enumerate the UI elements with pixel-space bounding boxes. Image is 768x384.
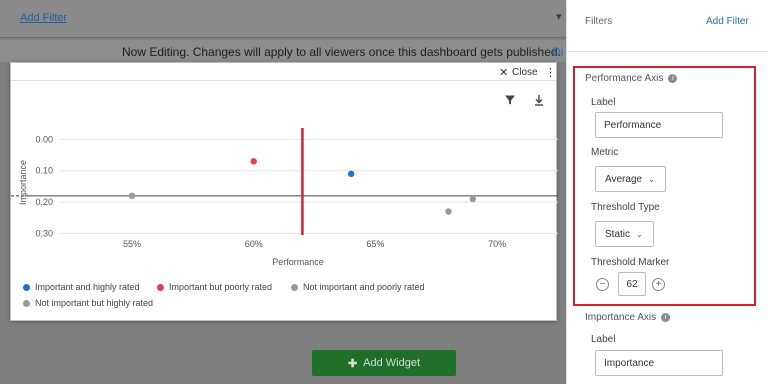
chevron-down-icon: ⌄ <box>648 174 655 184</box>
legend-label: Not important and poorly rated <box>303 282 425 292</box>
perf-metric-label: Metric <box>591 147 619 158</box>
dashboard-top-bar <box>0 0 566 38</box>
add-widget-label: Add Widget <box>363 357 421 369</box>
more-options-icon[interactable]: ⋮ <box>545 66 556 79</box>
plus-icon: ✚ <box>347 357 358 370</box>
perf-label-input[interactable]: Performance <box>595 112 723 138</box>
x-tick-label: 70% <box>488 239 506 249</box>
widget-card: ✕ Close ⋮ 0.30 0.20 0.10 0.00 55% 60% 65% 70% … <box>10 62 558 321</box>
y-axis-label: Importance <box>18 160 28 205</box>
filters-panel: Filters Add Filter Performance Axis i Lab… <box>566 0 768 384</box>
perf-threshold-type-value: Static <box>605 228 631 240</box>
perf-threshold-type-label: Threshold Type <box>591 202 660 213</box>
legend-label: Important and highly rated <box>35 282 140 292</box>
y-tick-label: 0.00 <box>35 134 53 144</box>
scatter-point[interactable] <box>128 192 136 200</box>
download-icon[interactable] <box>533 94 545 106</box>
panel-header: Filters Add Filter <box>567 0 768 52</box>
chevron-down-icon: ⌄ <box>636 229 643 239</box>
legend-item[interactable]: Not important but highly rated <box>23 298 153 308</box>
close-button[interactable]: Close <box>512 67 538 78</box>
imp-label-label: Label <box>591 334 616 345</box>
legend-item[interactable]: Important and highly rated <box>23 282 140 292</box>
editing-banner-link[interactable]: Di <box>552 45 563 59</box>
legend-swatch <box>291 284 298 292</box>
scatter-point[interactable] <box>250 158 257 165</box>
dashboard-add-filter-link[interactable]: Add Filter <box>20 12 67 24</box>
perf-threshold-type-select[interactable]: Static ⌄ <box>595 221 654 247</box>
scatter-point[interactable] <box>469 195 477 203</box>
x-tick-label: 65% <box>366 239 384 249</box>
legend-swatch <box>23 300 30 308</box>
perf-threshold-marker-label: Threshold Marker <box>591 257 670 268</box>
x-tick-label: 60% <box>245 239 263 249</box>
threshold-marker-input[interactable]: 62 <box>618 272 646 296</box>
performance-axis-title: Performance Axis i <box>585 73 678 84</box>
legend-item[interactable]: Important but poorly rated <box>157 282 272 292</box>
scatter-chart: 0.30 0.20 0.10 0.00 55% 60% 65% 70% Importance… <box>11 128 558 267</box>
plus-icon[interactable]: + <box>652 278 665 291</box>
x-axis-label: Performance <box>272 257 324 267</box>
perf-label-label: Label <box>591 97 616 108</box>
x-tick-label: 55% <box>123 239 141 249</box>
editing-banner-text: Now Editing. Changes will apply to all v… <box>122 45 561 59</box>
y-tick-label: 0.20 <box>35 197 53 207</box>
info-icon[interactable]: i <box>668 73 678 83</box>
perf-metric-select[interactable]: Average ⌄ <box>595 166 666 192</box>
add-widget-button[interactable]: ✚ Add Widget <box>312 350 456 376</box>
info-icon[interactable]: i <box>661 312 671 322</box>
imp-label-input[interactable]: Importance <box>595 350 723 376</box>
legend-label: Not important but highly rated <box>35 298 154 308</box>
minus-icon[interactable]: − <box>596 278 609 291</box>
y-tick-label: 0.10 <box>35 166 53 176</box>
y-tick-label: 0.30 <box>35 228 53 238</box>
panel-add-filter-link[interactable]: Add Filter <box>706 16 749 27</box>
widget-header: ✕ Close ⋮ <box>11 63 556 81</box>
close-icon[interactable]: ✕ <box>499 66 508 79</box>
scatter-point[interactable] <box>445 208 452 215</box>
legend-label: Important but poorly rated <box>169 282 273 292</box>
performance-axis-title-text: Performance Axis <box>585 73 664 84</box>
chevron-down-icon[interactable]: ▾ <box>556 10 562 23</box>
legend-swatch <box>23 284 30 292</box>
filter-icon[interactable] <box>504 94 516 106</box>
perf-metric-value: Average <box>605 173 643 185</box>
panel-title: Filters <box>585 16 613 27</box>
legend-swatch <box>157 284 164 292</box>
importance-axis-title-text: Importance Axis <box>585 312 657 323</box>
importance-axis-title: Importance Axis i <box>585 312 671 323</box>
legend-item[interactable]: Not important and poorly rated <box>291 282 425 292</box>
scatter-point[interactable] <box>347 170 355 178</box>
